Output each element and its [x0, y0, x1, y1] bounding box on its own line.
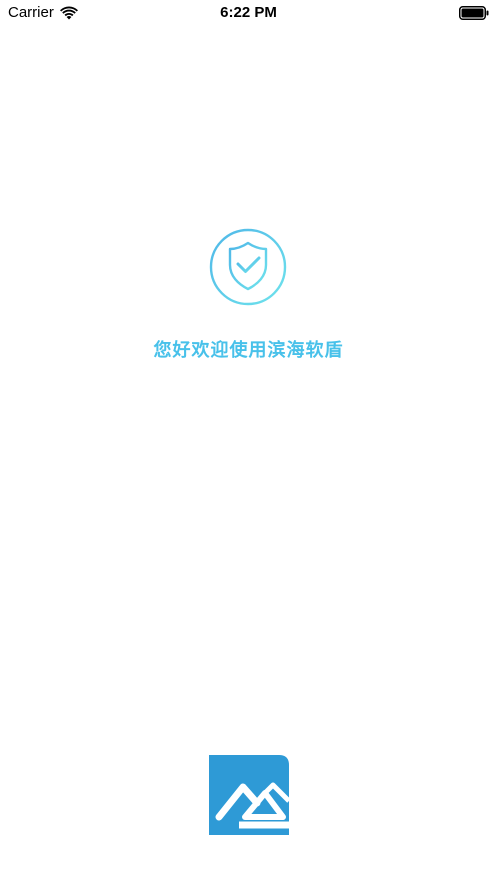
status-time: 6:22 PM — [220, 4, 277, 21]
battery-icon — [459, 6, 489, 20]
splash-screen: Carrier 6:22 PM 您好欢迎使用滨海软盾 — [0, 0, 497, 883]
welcome-message: 您好欢迎使用滨海软盾 — [153, 340, 344, 361]
brand-logo — [209, 755, 289, 835]
shield-check-icon — [209, 228, 287, 306]
status-bar: Carrier 6:22 PM — [0, 0, 497, 28]
